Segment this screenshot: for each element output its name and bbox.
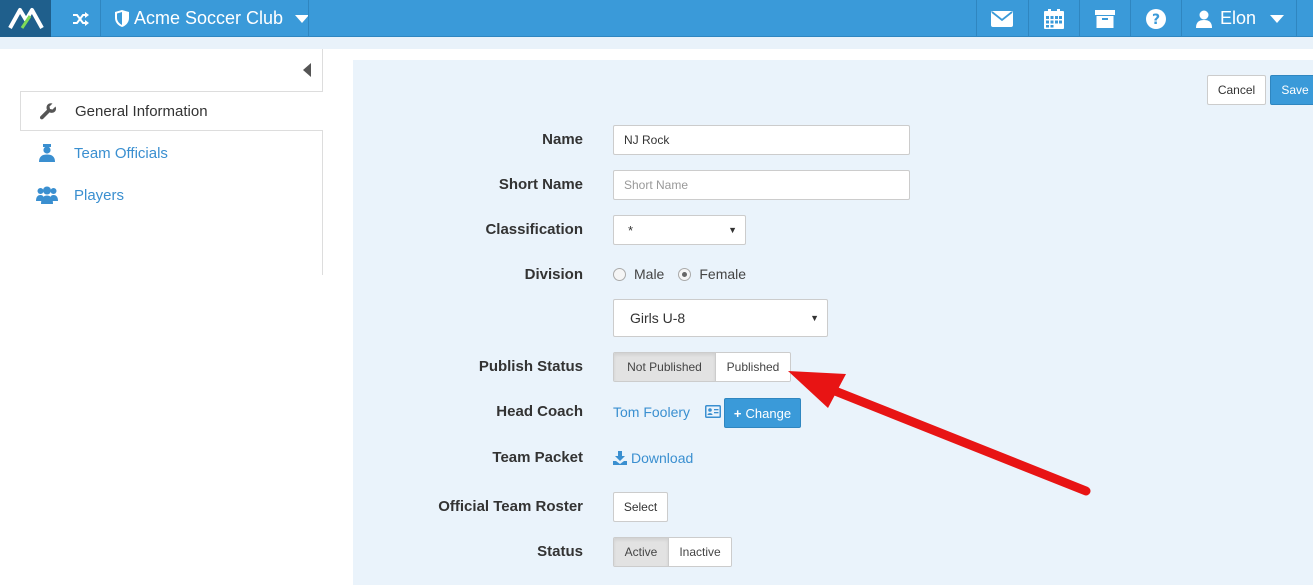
archive-icon[interactable] bbox=[1080, 0, 1130, 37]
short-name-input[interactable]: Short Name bbox=[613, 170, 910, 200]
annotation-arrow bbox=[788, 371, 1091, 496]
division-label: Division bbox=[524, 266, 583, 283]
division-radio-group: Male Female bbox=[613, 265, 746, 283]
division-group-select[interactable]: Girls U-8 ▼ bbox=[613, 299, 828, 337]
sidebar-item-label: Players bbox=[74, 186, 125, 204]
status-toggle: Active Inactive bbox=[613, 537, 732, 567]
status-label: Status bbox=[537, 543, 583, 560]
sidebar-item-players[interactable]: Players bbox=[20, 175, 323, 215]
logo-icon bbox=[7, 7, 44, 29]
sidebar-item-label: General Information bbox=[75, 102, 208, 120]
shuffle-icon[interactable] bbox=[68, 0, 94, 37]
calendar-icon[interactable] bbox=[1029, 0, 1079, 37]
publish-status-toggle: Not Published Published bbox=[613, 352, 791, 382]
chevron-down-icon bbox=[295, 14, 310, 23]
not-published-button[interactable]: Not Published bbox=[614, 353, 715, 381]
official-roster-label: Official Team Roster bbox=[438, 498, 583, 515]
active-button[interactable]: Active bbox=[614, 538, 668, 566]
head-coach-label: Head Coach bbox=[496, 403, 583, 420]
download-icon bbox=[613, 451, 627, 465]
classification-value: * bbox=[628, 222, 634, 238]
team-packet-label: Team Packet bbox=[492, 449, 583, 466]
name-input[interactable]: NJ Rock bbox=[613, 125, 910, 155]
users-icon bbox=[20, 186, 74, 204]
chevron-down-icon: ▼ bbox=[728, 225, 737, 235]
inactive-button[interactable]: Inactive bbox=[668, 538, 731, 566]
division-option-male: Male bbox=[634, 266, 665, 282]
official-icon bbox=[20, 144, 74, 162]
roster-select-button[interactable]: Select bbox=[613, 492, 668, 522]
plus-icon: + bbox=[733, 405, 742, 421]
chevron-down-icon bbox=[1270, 14, 1285, 23]
sidebar-item-team-officials[interactable]: Team Officials bbox=[20, 133, 323, 173]
id-card-icon[interactable] bbox=[705, 405, 721, 418]
sidebar-item-label: Team Officials bbox=[74, 144, 168, 162]
classification-select[interactable]: * ▼ bbox=[613, 215, 746, 245]
save-button[interactable]: Save bbox=[1270, 75, 1313, 105]
chevron-down-icon: ▼ bbox=[810, 313, 819, 323]
name-label: Name bbox=[542, 131, 583, 148]
user-menu[interactable]: Elon bbox=[1196, 0, 1285, 37]
sub-header-strip bbox=[0, 37, 1313, 49]
publish-status-label: Publish Status bbox=[478, 358, 583, 375]
division-group-value: Girls U-8 bbox=[630, 310, 686, 326]
classification-label: Classification bbox=[485, 221, 583, 238]
club-name: Acme Soccer Club bbox=[134, 8, 284, 28]
wrench-icon bbox=[21, 102, 75, 120]
collapse-sidebar-icon[interactable] bbox=[303, 63, 311, 77]
user-icon bbox=[1196, 10, 1212, 28]
mail-icon[interactable] bbox=[977, 0, 1027, 37]
division-radio-male[interactable] bbox=[613, 267, 626, 281]
user-name: Elon bbox=[1220, 8, 1257, 28]
cancel-button[interactable]: Cancel bbox=[1207, 75, 1266, 105]
sidebar-item-general-information[interactable]: General Information bbox=[20, 91, 323, 131]
club-switcher[interactable]: Acme Soccer Club bbox=[114, 0, 310, 37]
svg-text:?: ? bbox=[1152, 12, 1160, 28]
download-team-packet-link[interactable]: Download bbox=[613, 450, 693, 466]
published-button[interactable]: Published bbox=[715, 353, 790, 381]
top-navbar: Acme Soccer Club ? Elon bbox=[0, 0, 1313, 37]
app-logo[interactable] bbox=[0, 0, 51, 37]
short-name-label: Short Name bbox=[498, 176, 583, 193]
division-option-female: Female bbox=[699, 266, 747, 282]
download-label: Download bbox=[631, 450, 694, 466]
head-coach-link[interactable]: Tom Foolery bbox=[613, 404, 690, 420]
shield-icon bbox=[115, 10, 129, 27]
division-radio-female[interactable] bbox=[678, 267, 692, 281]
help-icon[interactable]: ? bbox=[1131, 0, 1181, 37]
